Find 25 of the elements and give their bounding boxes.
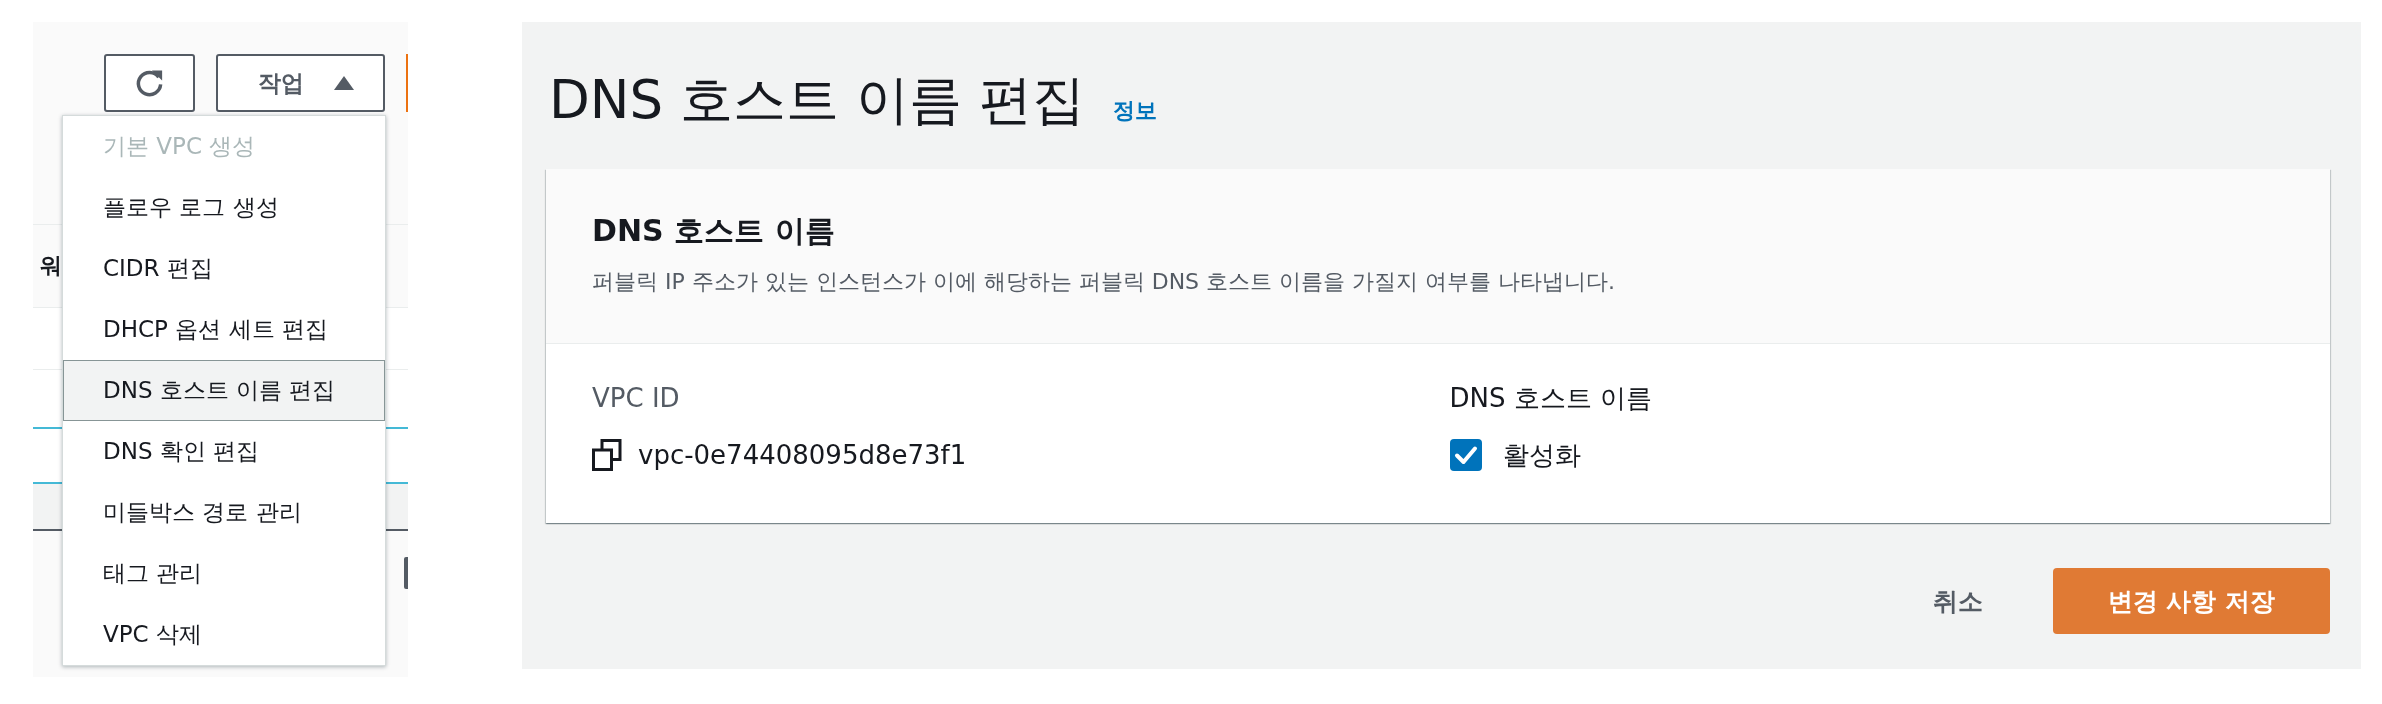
checkbox-label: 활성화 bbox=[1502, 439, 1581, 472]
menu-item[interactable]: DNS 확인 편집 bbox=[63, 421, 385, 482]
menu-item[interactable]: DNS 호스트 이름 편집 bbox=[63, 360, 385, 421]
menu-item[interactable]: 태그 관리 bbox=[63, 543, 385, 604]
refresh-icon bbox=[134, 67, 165, 99]
menu-item[interactable]: DHCP 옵션 세트 편집 bbox=[63, 299, 385, 360]
menu-item[interactable]: CIDR 편집 bbox=[63, 238, 385, 299]
copy-icon bbox=[592, 439, 622, 471]
info-link[interactable]: 정보 bbox=[1112, 96, 1157, 126]
field-label: VPC ID bbox=[592, 382, 681, 415]
card-title: DNS 호스트 이름 bbox=[592, 212, 836, 250]
actions-button[interactable]: 작업 bbox=[216, 54, 385, 112]
field-value: vpc-0e74408095d8e73f1 bbox=[638, 439, 967, 472]
menu-item[interactable]: VPC 삭제 bbox=[63, 604, 385, 665]
refresh-button[interactable] bbox=[104, 54, 195, 112]
menu-item[interactable]: 미들박스 경로 관리 bbox=[63, 482, 385, 543]
checkbox[interactable] bbox=[1449, 439, 1482, 471]
card-description: 퍼블릭 IP 주소가 있는 인스턴스가 이에 해당하는 퍼블릭 DNS 호스트 이름을 가질지 여부를 나타냅니다. bbox=[592, 268, 1617, 296]
page-title: DNS 호스트 이름 편집 bbox=[549, 68, 1085, 132]
caret-icon bbox=[333, 76, 354, 90]
menu-item[interactable]: 플로우 로그 생성 bbox=[63, 177, 385, 238]
column-header: 워 bbox=[40, 252, 62, 280]
cancel-button[interactable]: 취소 bbox=[1933, 584, 1983, 618]
scrollbar-thumb[interactable] bbox=[404, 557, 408, 589]
field-label: DNS 호스트 이름 bbox=[1449, 382, 1653, 415]
